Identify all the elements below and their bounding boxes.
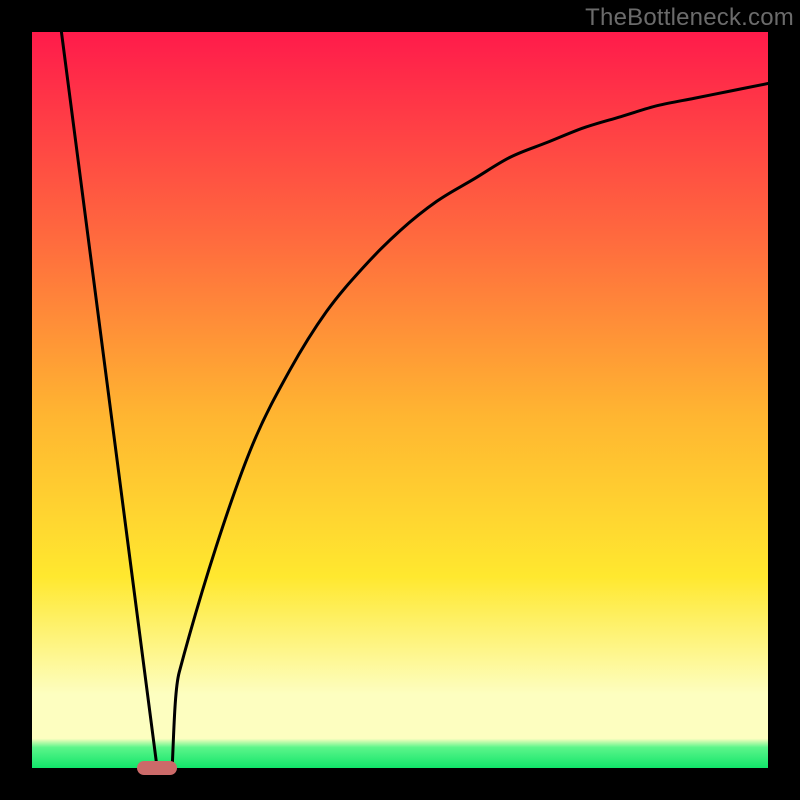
plot-area — [32, 32, 768, 768]
chart-frame: TheBottleneck.com — [0, 0, 800, 800]
bottleneck-curve — [61, 32, 768, 768]
optimum-marker — [137, 761, 177, 775]
watermark-text: TheBottleneck.com — [585, 4, 794, 32]
curve-layer — [32, 32, 768, 768]
